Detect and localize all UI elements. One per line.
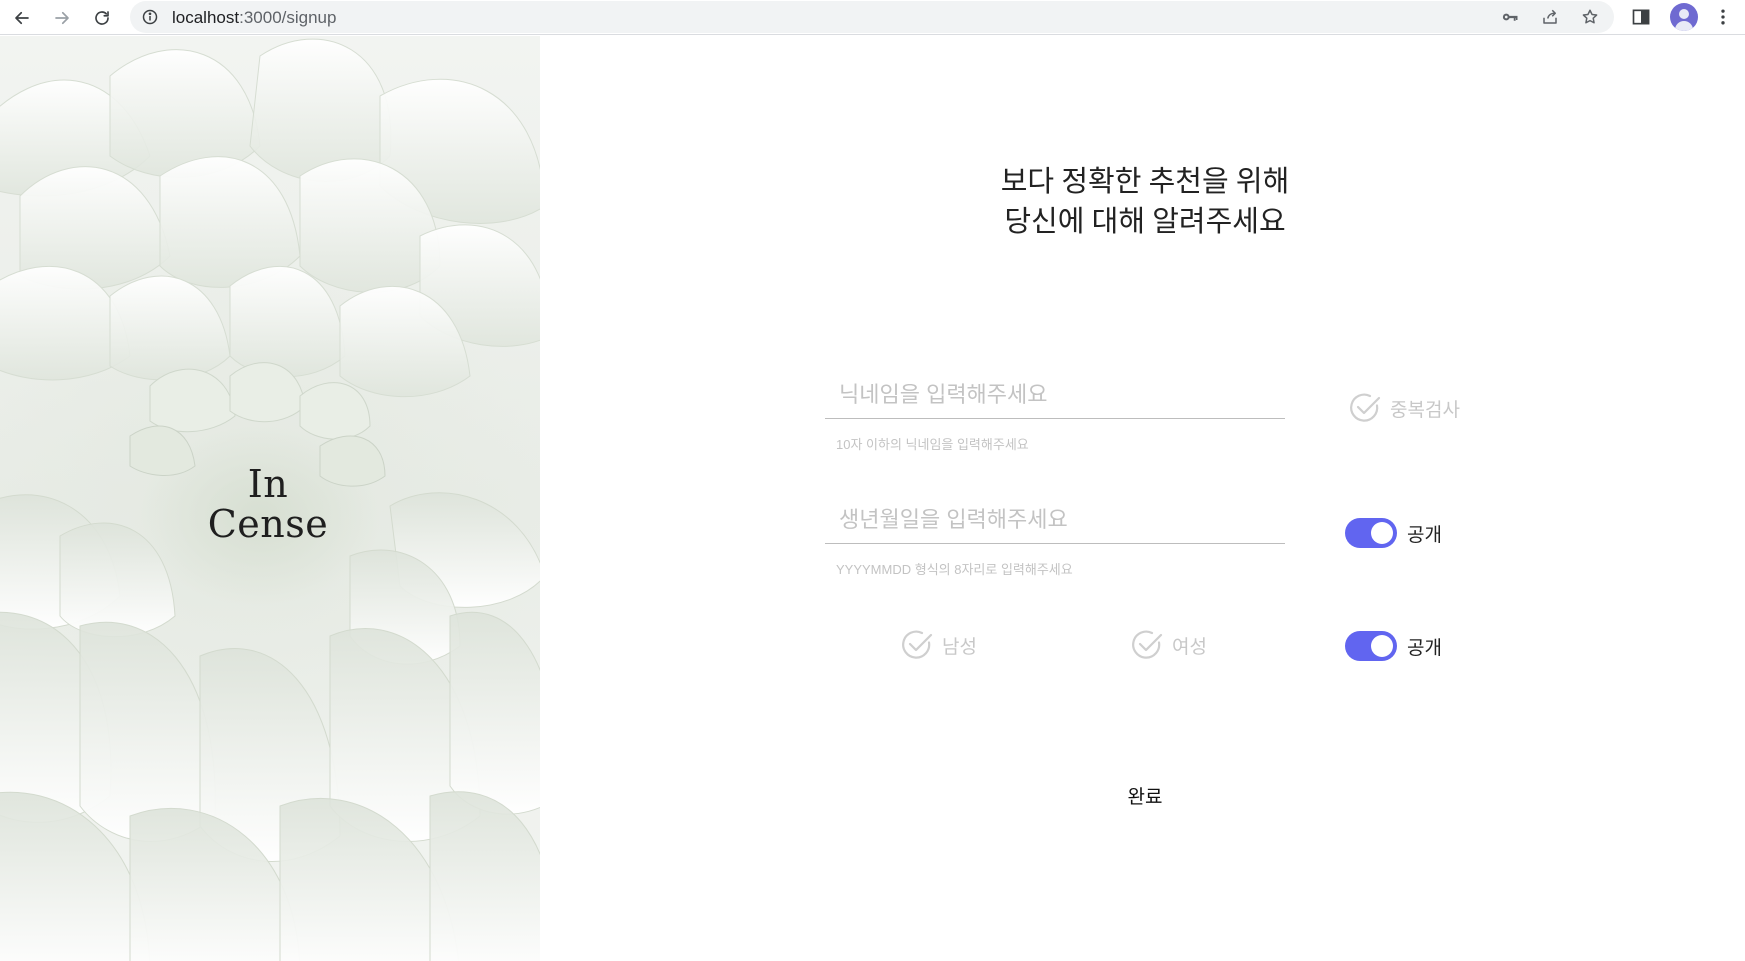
profile-avatar[interactable] xyxy=(1670,3,1698,31)
gender-public-label: 공개 xyxy=(1407,637,1442,659)
back-arrow-icon[interactable] xyxy=(8,4,36,32)
check-circle-icon xyxy=(900,628,934,662)
gender-public-toggle[interactable] xyxy=(1345,631,1397,661)
info-icon[interactable] xyxy=(142,9,158,25)
gender-male-option[interactable]: 남성 xyxy=(900,628,977,662)
more-menu-icon[interactable] xyxy=(1712,6,1734,28)
birthdate-public-toggle[interactable] xyxy=(1345,518,1397,548)
birthdate-helper-text: YYYYMMDD 형식의 8자리로 입력해주세요 xyxy=(836,562,1073,577)
check-circle-icon xyxy=(1130,628,1164,662)
gender-female-label: 여성 xyxy=(1172,636,1207,658)
birthdate-input[interactable] xyxy=(825,496,1285,544)
nickname-helper-text: 10자 이하의 닉네임을 입력해주세요 xyxy=(836,437,1029,452)
gender-male-label: 남성 xyxy=(942,636,977,658)
side-panel-icon[interactable] xyxy=(1630,6,1652,28)
gender-visibility: 공개 xyxy=(1345,631,1442,661)
logo-line-in: In xyxy=(247,462,289,506)
logo-line-cense: Cense xyxy=(207,502,329,546)
submit-button[interactable]: 완료 xyxy=(1100,780,1190,810)
page-title-line2: 당신에 대해 알려주세요 xyxy=(1004,206,1286,238)
forward-arrow-icon[interactable] xyxy=(48,4,76,32)
duplicate-check-button[interactable]: 중복검사 xyxy=(1348,391,1460,425)
page-title-line1: 보다 정확한 추천을 위해 xyxy=(1000,166,1290,198)
nickname-input[interactable] xyxy=(825,371,1285,419)
key-icon[interactable] xyxy=(1500,7,1520,27)
page-title: 보다 정확한 추천을 위해 당신에 대해 알려주세요 xyxy=(900,162,1390,242)
duplicate-check-label: 중복검사 xyxy=(1390,399,1460,421)
birthdate-public-label: 공개 xyxy=(1407,524,1442,546)
address-bar[interactable]: localhost:3000/signup xyxy=(130,1,1614,33)
app-logo: In Cense xyxy=(168,464,368,544)
url-path: :3000/signup xyxy=(239,8,337,27)
reload-icon[interactable] xyxy=(88,4,116,32)
share-icon[interactable] xyxy=(1540,7,1560,27)
star-icon[interactable] xyxy=(1580,7,1600,27)
birthdate-visibility: 공개 xyxy=(1345,518,1442,548)
browser-toolbar: localhost:3000/signup xyxy=(0,0,1745,35)
hero-flower-image: In Cense xyxy=(0,36,540,961)
check-circle-icon xyxy=(1348,391,1382,425)
gender-female-option[interactable]: 여성 xyxy=(1130,628,1207,662)
url-text: localhost:3000/signup xyxy=(172,8,336,28)
url-host: localhost xyxy=(172,8,240,27)
